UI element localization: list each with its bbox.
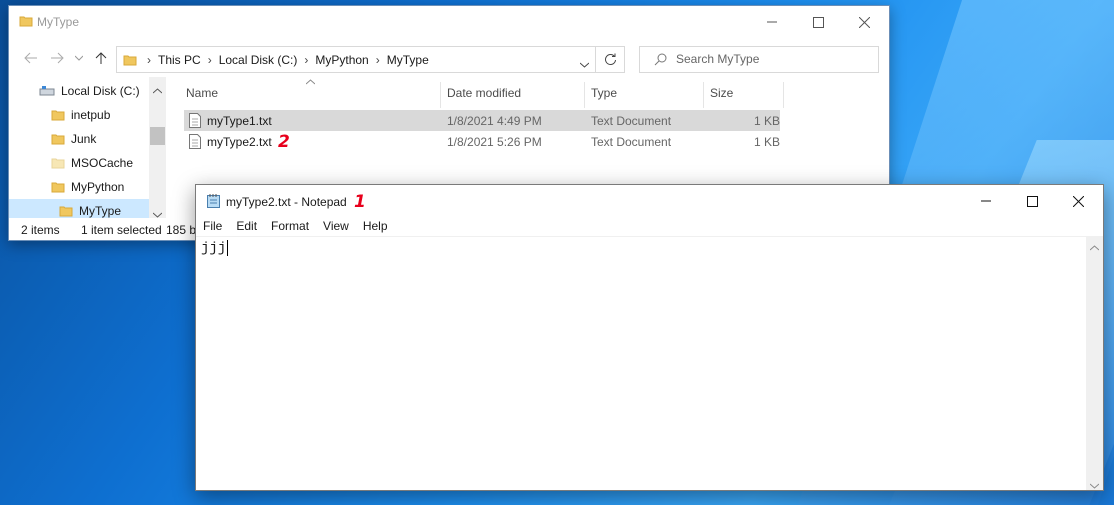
column-divider[interactable] (703, 82, 704, 108)
back-arrow-icon[interactable] (21, 50, 41, 66)
navigation-pane: Local Disk (C:) inetpub Junk MSOCache My… (9, 77, 166, 218)
file-type: Text Document (591, 114, 672, 128)
menu-file[interactable]: File (196, 216, 229, 236)
chevron-right-icon[interactable]: › (208, 53, 212, 67)
file-row[interactable]: myType2.txt 1/8/2021 5:26 PM Text Docume… (184, 131, 780, 152)
minimize-button[interactable] (963, 185, 1009, 217)
notepad-title-bar[interactable]: myType2.txt - Notepad 1 (196, 185, 1103, 216)
notepad-title: myType2.txt - Notepad (226, 195, 347, 209)
annotation-number-2: 2 (278, 134, 290, 150)
file-type: Text Document (591, 135, 672, 149)
chevron-up-icon[interactable] (152, 83, 163, 97)
notepad-icon (206, 193, 222, 212)
folder-icon (59, 206, 73, 217)
notepad-content: jjj (201, 240, 227, 257)
breadcrumb-mypython[interactable]: MyPython (315, 53, 368, 67)
close-button[interactable] (841, 6, 887, 38)
address-row: › This PC › Local Disk (C:) › MyPython ›… (9, 44, 889, 73)
menu-edit[interactable]: Edit (229, 216, 264, 236)
explorer-title: MyType (37, 15, 80, 29)
chevron-down-icon[interactable] (1089, 478, 1100, 492)
folder-icon (51, 134, 65, 145)
column-divider[interactable] (584, 82, 585, 108)
nav-item-mypython[interactable]: MyPython (9, 175, 149, 199)
maximize-button[interactable] (1009, 185, 1055, 217)
breadcrumb-local-disk[interactable]: Local Disk (C:) (219, 53, 298, 67)
nav-item-msocache[interactable]: MSOCache (9, 151, 149, 175)
search-icon (654, 53, 667, 69)
notepad-window: myType2.txt - Notepad 1 File Edit Format… (195, 184, 1104, 491)
file-size: 1 KB (754, 135, 781, 149)
column-header-size[interactable]: Size (710, 86, 733, 100)
chevron-right-icon[interactable]: › (376, 53, 380, 67)
address-dropdown-icon[interactable] (579, 57, 590, 71)
folder-icon (51, 158, 65, 169)
notepad-text-area[interactable]: jjj (196, 236, 1086, 491)
text-caret (227, 240, 229, 256)
breadcrumb-mytype[interactable]: MyType (387, 53, 429, 67)
column-header-name[interactable]: Name (186, 86, 218, 100)
column-divider[interactable] (783, 82, 784, 108)
sort-ascending-icon (305, 74, 316, 88)
file-name[interactable]: myType1.txt (207, 114, 272, 128)
folder-icon (19, 14, 33, 31)
nav-scrollbar[interactable] (149, 77, 166, 218)
folder-icon (51, 110, 65, 121)
drive-icon (39, 86, 55, 96)
recent-chevron-icon[interactable] (69, 50, 89, 66)
file-date: 1/8/2021 5:26 PM (447, 135, 542, 149)
file-date: 1/8/2021 4:49 PM (447, 114, 542, 128)
nav-item-mytype[interactable]: MyType (9, 199, 149, 218)
forward-arrow-icon[interactable] (47, 50, 67, 66)
column-header-date[interactable]: Date modified (447, 86, 521, 100)
chevron-up-icon[interactable] (1089, 240, 1100, 254)
file-list-header: Name Date modified Type Size (184, 79, 884, 108)
address-bar[interactable]: › This PC › Local Disk (C:) › MyPython ›… (116, 46, 596, 73)
file-row[interactable]: myType1.txt 1/8/2021 4:49 PM Text Docume… (184, 110, 780, 131)
nav-item-local-disk[interactable]: Local Disk (C:) (9, 79, 149, 103)
column-divider[interactable] (440, 82, 441, 108)
menu-view[interactable]: View (316, 216, 356, 236)
file-size: 1 KB (754, 114, 781, 128)
scroll-thumb[interactable] (150, 127, 165, 145)
notepad-menu-bar: File Edit Format View Help (196, 216, 1103, 236)
svg-text:1: 1 (354, 192, 366, 210)
notepad-scrollbar[interactable] (1086, 236, 1103, 490)
text-file-icon (189, 134, 201, 152)
menu-format[interactable]: Format (264, 216, 316, 236)
chevron-right-icon: › (147, 53, 151, 67)
maximize-button[interactable] (795, 6, 841, 38)
breadcrumb: › This PC › Local Disk (C:) › MyPython ›… (147, 53, 429, 67)
chevron-down-icon[interactable] (152, 207, 163, 221)
chevron-right-icon[interactable]: › (304, 53, 308, 67)
nav-item-junk[interactable]: Junk (9, 127, 149, 151)
menu-help[interactable]: Help (356, 216, 395, 236)
file-name[interactable]: myType2.txt (207, 135, 272, 149)
up-arrow-icon[interactable] (91, 50, 111, 66)
nav-item-inetpub[interactable]: inetpub (9, 103, 149, 127)
folder-icon (123, 53, 137, 70)
svg-text:2: 2 (278, 134, 290, 150)
search-box[interactable] (639, 46, 879, 73)
text-file-icon (189, 113, 201, 131)
close-button[interactable] (1055, 185, 1101, 217)
refresh-button[interactable] (596, 46, 625, 73)
refresh-icon (604, 53, 616, 66)
minimize-button[interactable] (749, 6, 795, 38)
folder-icon (51, 182, 65, 193)
column-header-type[interactable]: Type (591, 86, 617, 100)
breadcrumb-this-pc[interactable]: This PC (158, 53, 201, 67)
status-item-count: 2 items (21, 223, 60, 237)
annotation-number-1: 1 (354, 192, 366, 210)
search-input[interactable] (676, 52, 866, 66)
explorer-title-bar[interactable]: MyType (9, 6, 889, 38)
status-selection: 1 item selected (81, 223, 162, 237)
